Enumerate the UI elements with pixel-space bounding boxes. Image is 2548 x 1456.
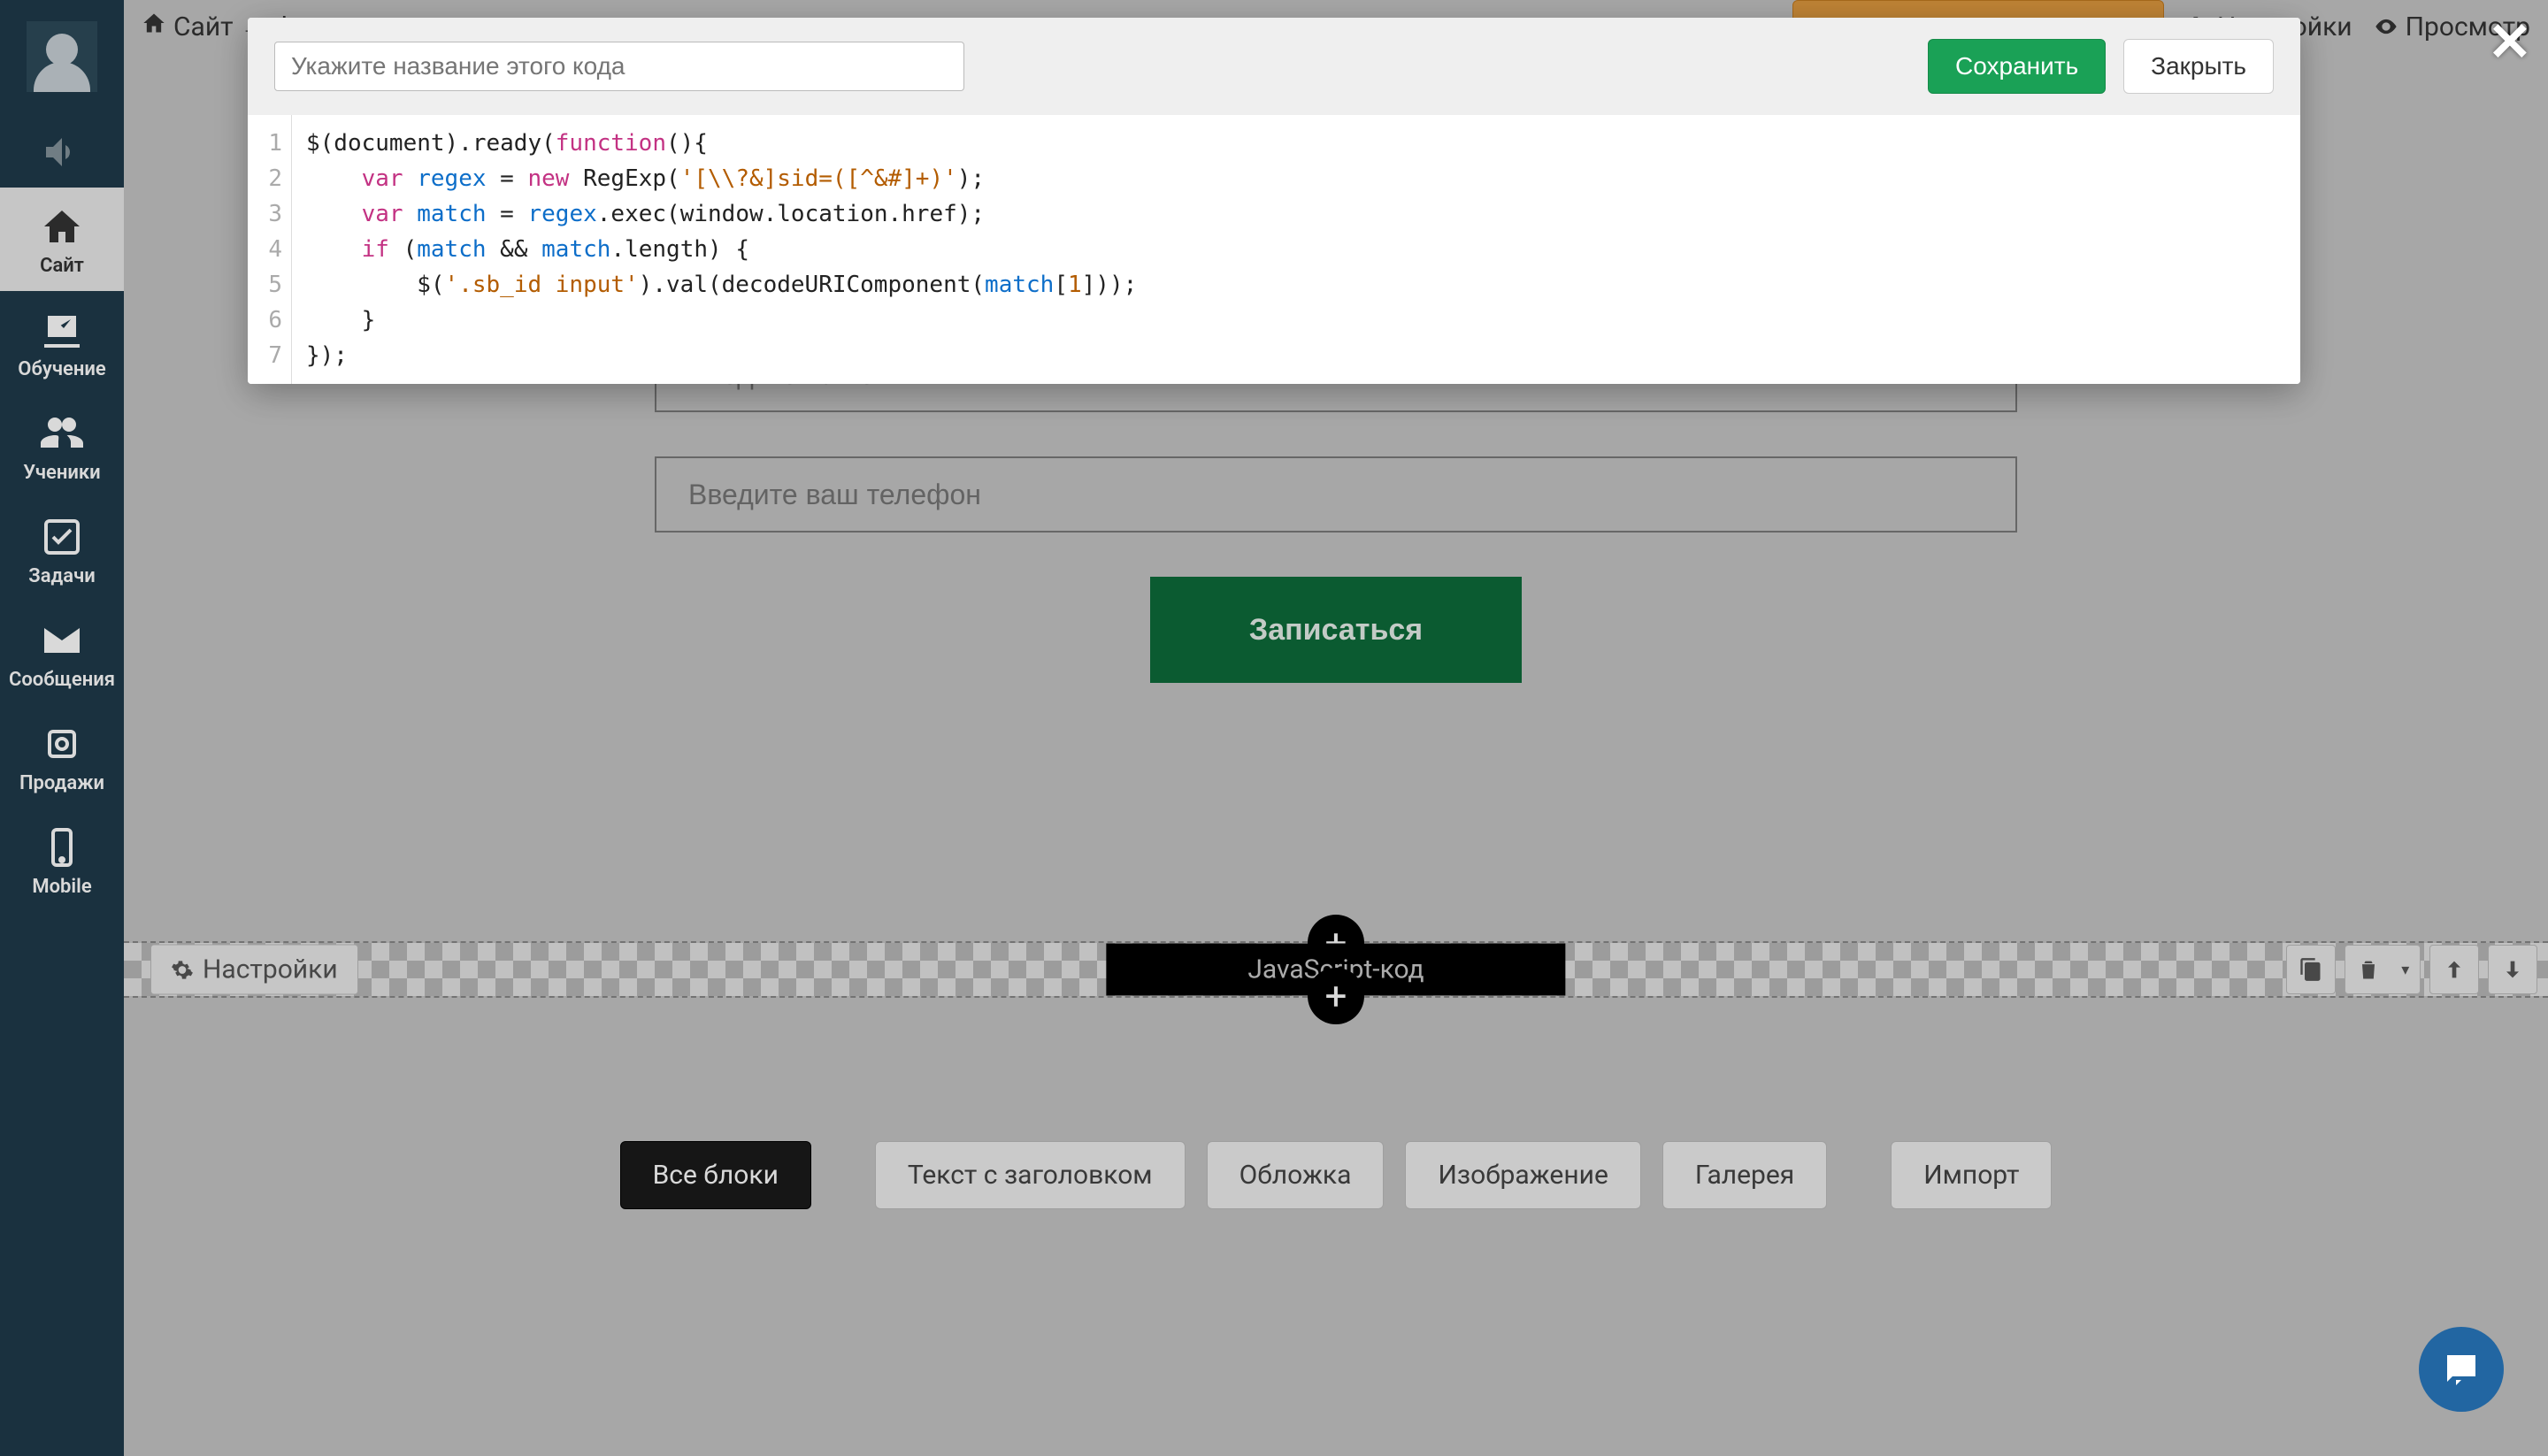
modal-close-x[interactable]: ✕ <box>2488 11 2532 73</box>
code-editor[interactable]: 1234567 $(document).ready(function(){ va… <box>248 115 2300 384</box>
save-button[interactable]: Сохранить <box>1928 39 2106 94</box>
close-button[interactable]: Закрыть <box>2123 39 2274 94</box>
modal-header: Сохранить Закрыть <box>248 18 2300 115</box>
code-content[interactable]: $(document).ready(function(){ var regex … <box>292 115 2300 384</box>
code-name-input[interactable] <box>274 42 964 91</box>
chat-icon <box>2440 1348 2483 1391</box>
line-gutter: 1234567 <box>248 115 292 384</box>
code-editor-modal: Сохранить Закрыть 1234567 $(document).re… <box>248 18 2300 384</box>
chat-fab[interactable] <box>2419 1327 2504 1412</box>
